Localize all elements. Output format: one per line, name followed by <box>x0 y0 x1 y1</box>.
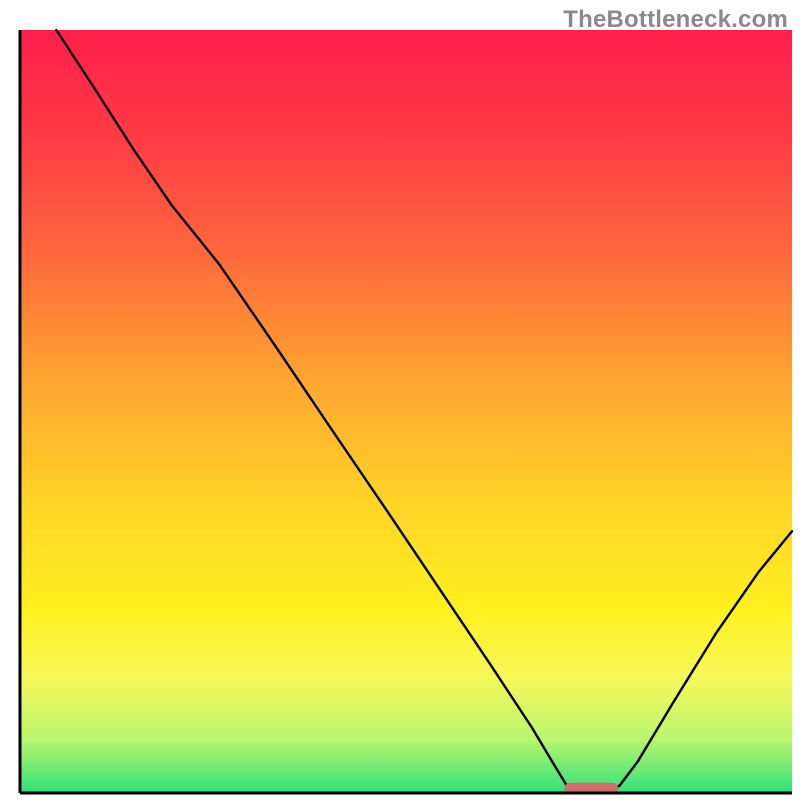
plot-background <box>20 30 792 793</box>
chart-stage: TheBottleneck.com <box>0 0 800 800</box>
bottleneck-chart <box>0 0 800 800</box>
watermark-label: TheBottleneck.com <box>563 6 788 34</box>
